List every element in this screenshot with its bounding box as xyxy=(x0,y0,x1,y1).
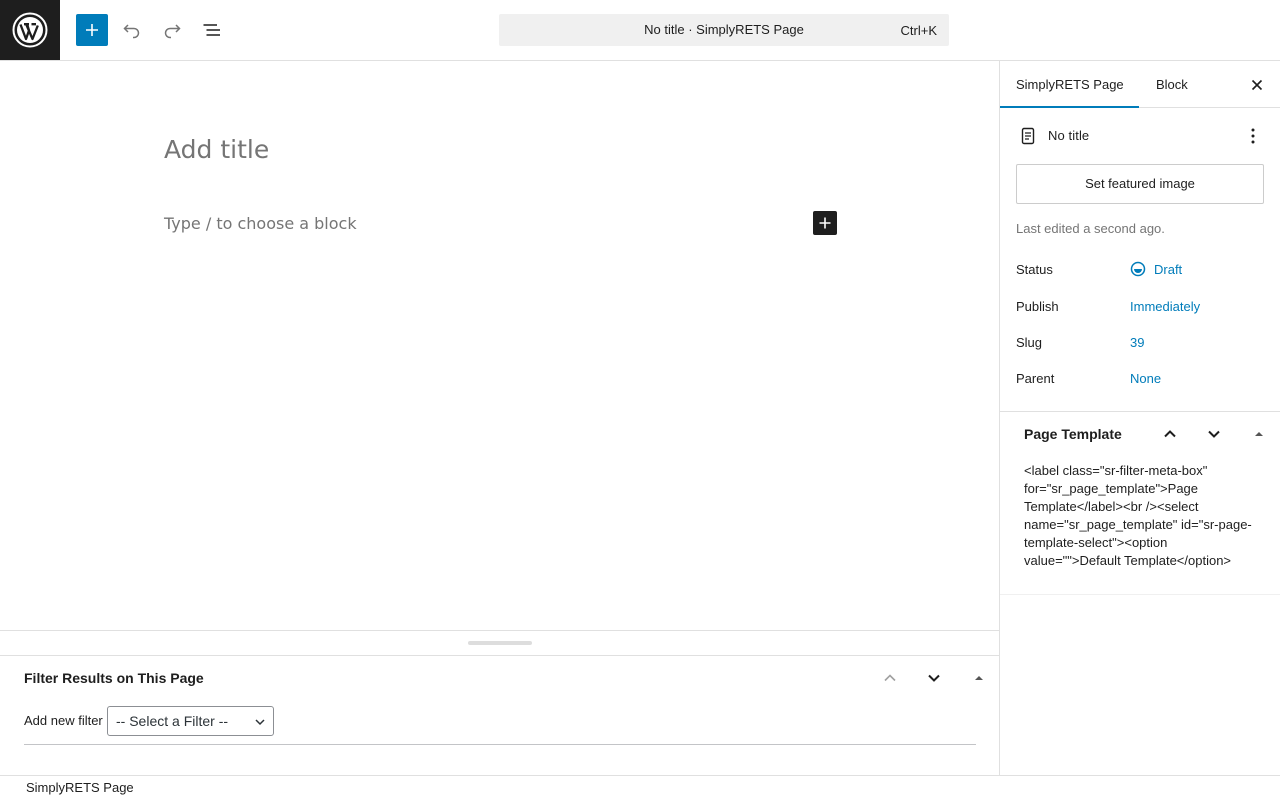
metabox-title: Filter Results on This Page xyxy=(24,670,204,686)
redo-icon xyxy=(164,24,181,39)
more-actions-button[interactable] xyxy=(1241,124,1265,148)
status-label: Status xyxy=(1016,262,1053,277)
block-appender[interactable]: Type / to choose a block xyxy=(164,214,357,233)
add-block-button[interactable] xyxy=(76,14,108,46)
publish-row: Publish Immediately xyxy=(1016,299,1266,319)
toggle-panel-button[interactable] xyxy=(967,666,991,690)
close-sidebar-button[interactable] xyxy=(1245,73,1269,97)
command-palette-bar[interactable]: No title · SimplyRETS Page Ctrl+K xyxy=(499,14,949,46)
chevron-down-icon xyxy=(255,719,265,726)
plus-icon xyxy=(819,217,831,229)
editor-footer: SimplyRETS Page xyxy=(0,775,1280,800)
chevron-down-icon xyxy=(1208,430,1220,438)
inline-add-block-button[interactable] xyxy=(813,211,837,235)
sidebar-divider xyxy=(1000,594,1280,595)
slug-value[interactable]: 39 xyxy=(1130,335,1144,350)
parent-row: Parent None xyxy=(1016,371,1266,391)
list-view-button[interactable] xyxy=(196,14,228,46)
move-down-button[interactable] xyxy=(1202,422,1226,446)
page-template-content: <label class="sr-filter-meta-box" for="s… xyxy=(1024,463,1252,568)
filter-select[interactable]: -- Select a Filter -- xyxy=(107,706,274,736)
parent-value[interactable]: None xyxy=(1130,371,1161,386)
document-title: No title xyxy=(1048,128,1090,143)
filter-select-value: -- Select a Filter -- xyxy=(116,713,229,729)
plus-icon xyxy=(86,24,98,36)
chevron-up-icon xyxy=(884,674,896,682)
chevron-down-icon xyxy=(928,674,940,682)
undo-button[interactable] xyxy=(116,14,148,46)
tab-block[interactable]: Block xyxy=(1156,61,1188,108)
publish-value[interactable]: Immediately xyxy=(1130,299,1200,314)
status-row: Status Draft xyxy=(1016,261,1266,282)
metabox-divider xyxy=(0,630,999,631)
settings-sidebar: SimplyRETS Page Block No title Set featu… xyxy=(999,61,1280,775)
last-edited-text: Last edited a second ago. xyxy=(1016,221,1165,236)
keyboard-shortcut: Ctrl+K xyxy=(900,23,937,38)
document-title-bar: No title · SimplyRETS Page xyxy=(644,22,804,37)
undo-icon xyxy=(123,24,140,39)
publish-label: Publish xyxy=(1016,299,1059,314)
more-vertical-icon xyxy=(1251,128,1255,144)
move-up-button[interactable] xyxy=(1158,422,1182,446)
tab-label: Block xyxy=(1156,77,1188,92)
tab-label: SimplyRETS Page xyxy=(1016,77,1124,92)
move-down-button[interactable] xyxy=(922,666,946,690)
page-template-title: Page Template xyxy=(1024,426,1122,442)
breadcrumb[interactable]: SimplyRETS Page xyxy=(26,780,134,795)
triangle-up-icon xyxy=(1255,432,1263,436)
page-icon xyxy=(1016,124,1040,148)
triangle-up-icon xyxy=(975,676,983,680)
set-featured-image-button[interactable]: Set featured image xyxy=(1016,164,1264,204)
redo-button[interactable] xyxy=(156,14,188,46)
toggle-panel-button[interactable] xyxy=(1247,422,1271,446)
list-view-icon xyxy=(203,24,220,36)
sidebar-tabs: SimplyRETS Page Block xyxy=(1000,61,1280,108)
wordpress-logo-icon[interactable] xyxy=(0,0,60,60)
editor-canvas: Add title Type / to choose a block xyxy=(0,61,999,630)
metabox-resize-handle[interactable] xyxy=(468,641,532,645)
status-value[interactable]: Draft xyxy=(1154,262,1182,277)
sidebar-divider xyxy=(1000,411,1280,412)
filter-results-metabox: Filter Results on This Page Add new filt… xyxy=(0,655,999,775)
slug-label: Slug xyxy=(1016,335,1043,350)
tab-simplyrets-page[interactable]: SimplyRETS Page xyxy=(1000,61,1139,108)
chevron-up-icon xyxy=(1164,430,1176,438)
close-icon xyxy=(1251,79,1263,91)
metabox-rule xyxy=(24,744,976,745)
editor-header: No title · SimplyRETS Page Ctrl+K xyxy=(0,0,1280,61)
parent-label: Parent xyxy=(1016,371,1055,386)
add-filter-label: Add new filter xyxy=(24,713,103,728)
move-up-button[interactable] xyxy=(878,666,902,690)
document-summary: No title xyxy=(1016,124,1265,148)
post-title-input[interactable]: Add title xyxy=(164,135,269,164)
slug-row: Slug 39 xyxy=(1016,335,1266,355)
draft-status-icon xyxy=(1130,261,1146,277)
